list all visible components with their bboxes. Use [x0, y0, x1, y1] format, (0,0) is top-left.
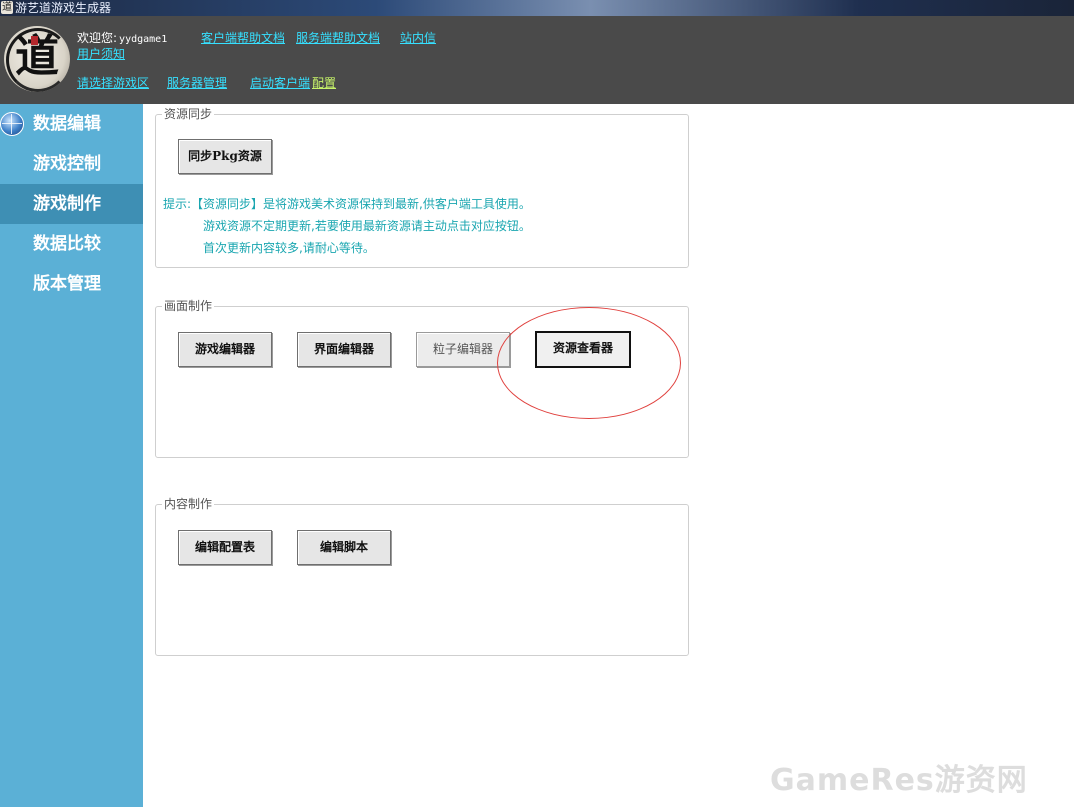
tip-line-1: 提示:【资源同步】是将游戏美术资源保持到最新,供客户端工具使用。 [163, 197, 531, 211]
sidebar-item-label: 游戏制作 [33, 194, 101, 214]
ui-editor-button[interactable]: 界面编辑器 [297, 332, 391, 367]
username: yydgame1 [119, 34, 168, 45]
logo-seal [31, 36, 38, 45]
sidebar-item-label: 数据比较 [33, 234, 101, 254]
edit-config-table-button[interactable]: 编辑配置表 [178, 530, 272, 565]
window-title-bar: 道 游艺道游戏生成器 [0, 0, 1074, 16]
sidebar-item-game-make[interactable]: 游戏制作 [0, 184, 143, 224]
content-make-panel: 内容制作 [155, 496, 689, 656]
scene-make-panel: 画面制作 [155, 298, 689, 458]
server-help-link[interactable]: 服务端帮助文档 [296, 29, 380, 46]
sidebar-item-game-control[interactable]: 游戏控制 [0, 144, 143, 184]
client-help-link[interactable]: 客户端帮助文档 [201, 29, 285, 46]
edit-script-button[interactable]: 编辑脚本 [297, 530, 391, 565]
sidebar: 数据编辑 游戏控制 游戏制作 数据比较 版本管理 [0, 104, 143, 807]
sidebar-item-label: 游戏控制 [33, 154, 101, 174]
particle-editor-button[interactable]: 粒子编辑器 [416, 332, 510, 367]
tip-line-2: 游戏资源不定期更新,若要使用最新资源请主动点击对应按钮。 [203, 219, 531, 233]
panel-legend: 画面制作 [162, 298, 215, 314]
welcome-text: 欢迎您: yydgame1 [77, 29, 167, 46]
server-manage-link[interactable]: 服务器管理 [167, 74, 227, 91]
sidebar-item-data-compare[interactable]: 数据比较 [0, 224, 143, 264]
header: 道 欢迎您: yydgame1 客户端帮助文档 服务端帮助文档 站内信 用户须知 … [0, 16, 1074, 104]
watermark: GameRes游资网 [770, 763, 1028, 798]
resource-viewer-button[interactable]: 资源查看器 [535, 331, 631, 368]
sidebar-item-version-manage[interactable]: 版本管理 [0, 264, 143, 304]
tip-line-3: 首次更新内容较多,请耐心等待。 [203, 241, 375, 255]
sidebar-item-label: 版本管理 [33, 274, 101, 294]
logo: 道 [4, 26, 70, 92]
game-editor-button[interactable]: 游戏编辑器 [178, 332, 272, 367]
sidebar-item-label: 数据编辑 [33, 114, 101, 134]
sync-pkg-button[interactable]: 同步Pkg资源 [178, 139, 272, 174]
config-link[interactable]: 配置 [312, 74, 336, 91]
panel-legend: 资源同步 [162, 106, 215, 122]
user-notice-link[interactable]: 用户须知 [77, 45, 125, 62]
sidebar-item-data-edit[interactable]: 数据编辑 [0, 104, 143, 144]
app-icon: 道 [1, 1, 13, 14]
launch-client-link[interactable]: 启动客户端 [250, 74, 310, 91]
welcome-label: 欢迎您: [77, 31, 118, 45]
globe-icon [0, 112, 24, 136]
inbox-link[interactable]: 站内信 [400, 29, 436, 46]
window-title: 游艺道游戏生成器 [15, 1, 112, 15]
panel-legend: 内容制作 [162, 496, 215, 512]
select-zone-link[interactable]: 请选择游戏区 [77, 74, 149, 91]
